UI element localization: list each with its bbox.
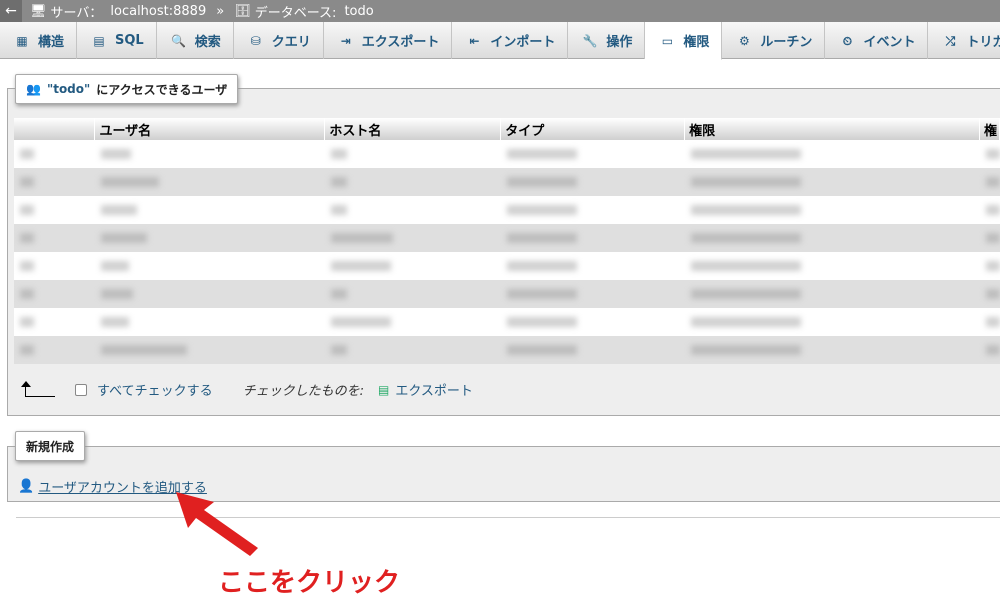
server-icon: 🖥 [30, 3, 47, 19]
with-selected-label: チェックしたものを: [242, 384, 364, 399]
breadcrumb: 🖥 サーバ： localhost:8889 » 🗄 データベース: todo [30, 2, 374, 21]
query-icon: ⛁ [250, 33, 261, 48]
tab-triggers[interactable]: ⤮ トリガ [928, 22, 1000, 59]
breadcrumb-bar: ← 🖥 サーバ： localhost:8889 » 🗄 データベース: todo [0, 0, 1000, 22]
privileges-icon: ▭ [661, 33, 674, 48]
annotation-callout: ここをクリック [218, 568, 401, 598]
trigger-icon: ⤮ [945, 33, 956, 48]
table-header-row: ユーザ名 ホスト名 タイプ 権限 権 [14, 118, 1000, 140]
structure-icon: ▦ [16, 33, 28, 48]
table-row [14, 224, 1000, 252]
check-all-link[interactable]: すべてチェックする [97, 380, 213, 399]
add-user-icon: 👤 [18, 479, 35, 494]
tab-operations[interactable]: 🔧 操作 [568, 22, 646, 59]
column-header-type[interactable]: タイプ [500, 118, 686, 140]
table-row [14, 168, 1000, 196]
export-selected-button[interactable]: ▤ エクスポート [377, 380, 473, 400]
tab-routines[interactable]: ⚙ ルーチン [722, 22, 826, 59]
export-icon: ▤ [377, 382, 390, 397]
users-icon: 👥 [26, 82, 41, 96]
tab-import[interactable]: ⇤ インポート [452, 22, 569, 59]
import-icon: ⇤ [469, 33, 480, 48]
tab-query[interactable]: ⛁ クエリ [234, 22, 324, 59]
routines-icon: ⚙ [739, 33, 750, 48]
search-icon: 🔍 [171, 33, 187, 48]
breadcrumb-server[interactable]: localhost:8889 [110, 4, 206, 19]
tab-export[interactable]: ⇥ エクスポート [324, 22, 453, 59]
breadcrumb-separator: » [216, 3, 225, 19]
table-row [14, 308, 1000, 336]
tab-bar: ▦ 構造 ▤ SQL 🔍 検索 ⛁ クエリ ⇥ エクスポート ⇤ インポート 🔧 操作 ▭ 権限… [0, 22, 1000, 60]
table-row [14, 196, 1000, 224]
table-row [14, 280, 1000, 308]
export-icon: ⇥ [340, 33, 351, 48]
breadcrumb-server-label[interactable]: サーバ： [51, 2, 103, 21]
users-panel-legend: 👥 "todo" にアクセスできるユーザ [15, 74, 239, 104]
annotation-arrow-icon [176, 492, 258, 556]
tab-events[interactable]: ⏲ イベント [825, 22, 929, 59]
tab-sql[interactable]: ▤ SQL [77, 22, 157, 59]
divider [16, 517, 1000, 518]
breadcrumb-db[interactable]: todo [344, 4, 373, 19]
tab-search[interactable]: 🔍 検索 [157, 22, 234, 59]
check-all-checkbox[interactable] [75, 383, 87, 396]
bulk-actions: すべてチェックする チェックしたものを: ▤ エクスポート [21, 380, 473, 400]
users-table: ユーザ名 ホスト名 タイプ 権限 権 [14, 118, 1000, 364]
create-panel-legend: 新規作成 [15, 431, 86, 461]
arrow-up-icon [21, 380, 55, 397]
database-icon: 🗄 [234, 3, 251, 19]
breadcrumb-db-label[interactable]: データベース: [255, 2, 337, 21]
wrench-icon: 🔧 [582, 33, 598, 48]
column-header-privileges: 権限 [684, 118, 980, 140]
column-header-grant: 権 [979, 118, 1000, 140]
clock-icon: ⏲ [842, 33, 853, 48]
tab-structure[interactable]: ▦ 構造 [0, 22, 78, 59]
back-arrow-icon[interactable]: ← [0, 0, 22, 22]
sql-icon: ▤ [93, 33, 105, 48]
table-row [14, 252, 1000, 280]
tab-privileges[interactable]: ▭ 権限 [645, 22, 723, 60]
table-row [14, 336, 1000, 364]
table-row [14, 140, 1000, 168]
column-header-user[interactable]: ユーザ名 [94, 118, 326, 140]
column-header-host[interactable]: ホスト名 [324, 118, 502, 140]
column-header-select [14, 118, 96, 140]
